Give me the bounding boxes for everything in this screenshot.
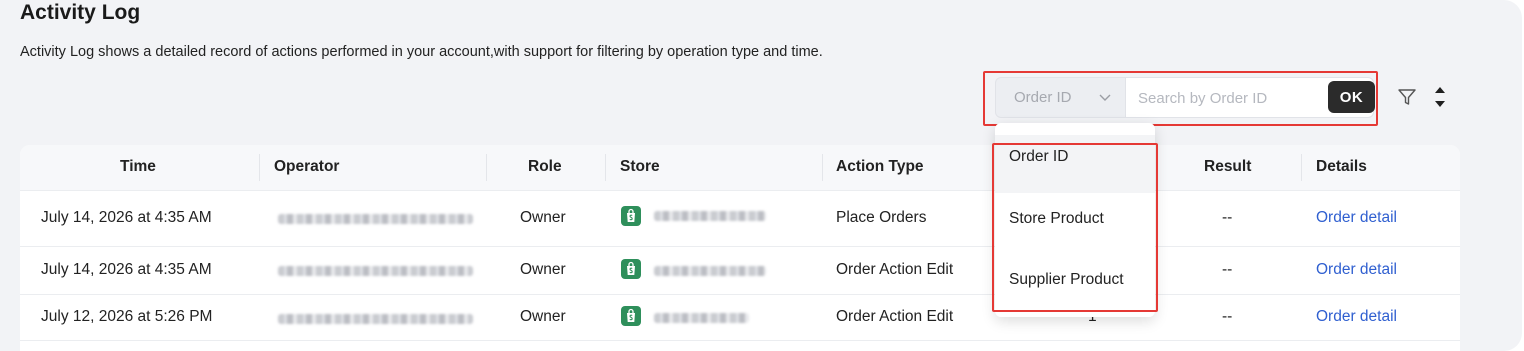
dropdown-highlight <box>992 143 1158 312</box>
store-name-redacted <box>654 211 766 221</box>
cell-result: -- <box>1222 308 1233 325</box>
store-name-redacted <box>654 313 749 323</box>
search-toolbar-highlight <box>983 71 1378 126</box>
column-header-result: Result <box>1204 158 1252 175</box>
order-detail-link[interactable]: Order detail <box>1316 261 1397 279</box>
cell-role: Owner <box>520 209 566 226</box>
operator-redacted <box>278 314 473 324</box>
page-title: Activity Log <box>20 1 141 24</box>
cell-time: July 12, 2026 at 5:26 PM <box>41 308 213 325</box>
table-row: July 14, 2026 at 4:35 AM Owner Place Ord… <box>20 191 1460 247</box>
cell-time: July 14, 2026 at 4:35 AM <box>41 209 212 226</box>
column-divider <box>486 154 487 181</box>
column-header-store: Store <box>620 158 660 175</box>
shopify-bag-icon <box>621 259 641 279</box>
column-header-time: Time <box>120 158 156 175</box>
order-detail-link[interactable]: Order detail <box>1316 209 1397 227</box>
column-header-details: Details <box>1316 158 1367 175</box>
cell-action-type: Place Orders <box>836 209 927 226</box>
shopify-bag-icon <box>621 306 641 326</box>
column-divider <box>259 154 260 181</box>
cell-result: -- <box>1222 209 1233 226</box>
cell-action-type: Order Action Edit <box>836 308 954 325</box>
sort-icon[interactable] <box>1431 84 1449 110</box>
table-row: July 12, 2026 at 5:26 PM Owner Order Act… <box>20 295 1460 341</box>
shopify-bag-icon <box>621 206 641 226</box>
activity-table: Time Operator Role Store Action Type Res… <box>20 145 1460 351</box>
column-header-operator: Operator <box>274 158 340 175</box>
cell-result: -- <box>1222 261 1233 278</box>
cell-role: Owner <box>520 261 566 278</box>
cell-role: Owner <box>520 308 566 325</box>
column-divider <box>822 154 823 181</box>
store-name-redacted <box>654 266 766 276</box>
column-divider <box>1301 154 1302 181</box>
column-header-role: Role <box>528 158 562 175</box>
filter-icon[interactable] <box>1396 86 1418 108</box>
column-header-action-type: Action Type <box>836 158 924 175</box>
column-divider <box>605 154 606 181</box>
page-description: Activity Log shows a detailed record of … <box>20 44 823 60</box>
activity-log-panel: Activity Log Activity Log shows a detail… <box>0 0 1522 351</box>
table-row: July 14, 2026 at 4:35 AM Owner Order Act… <box>20 247 1460 295</box>
order-detail-link[interactable]: Order detail <box>1316 308 1397 326</box>
operator-redacted <box>278 214 473 224</box>
table-header: Time Operator Role Store Action Type Res… <box>20 145 1460 191</box>
cell-time: July 14, 2026 at 4:35 AM <box>41 261 212 278</box>
cell-action-type: Order Action Edit <box>836 261 954 278</box>
operator-redacted <box>278 266 473 276</box>
